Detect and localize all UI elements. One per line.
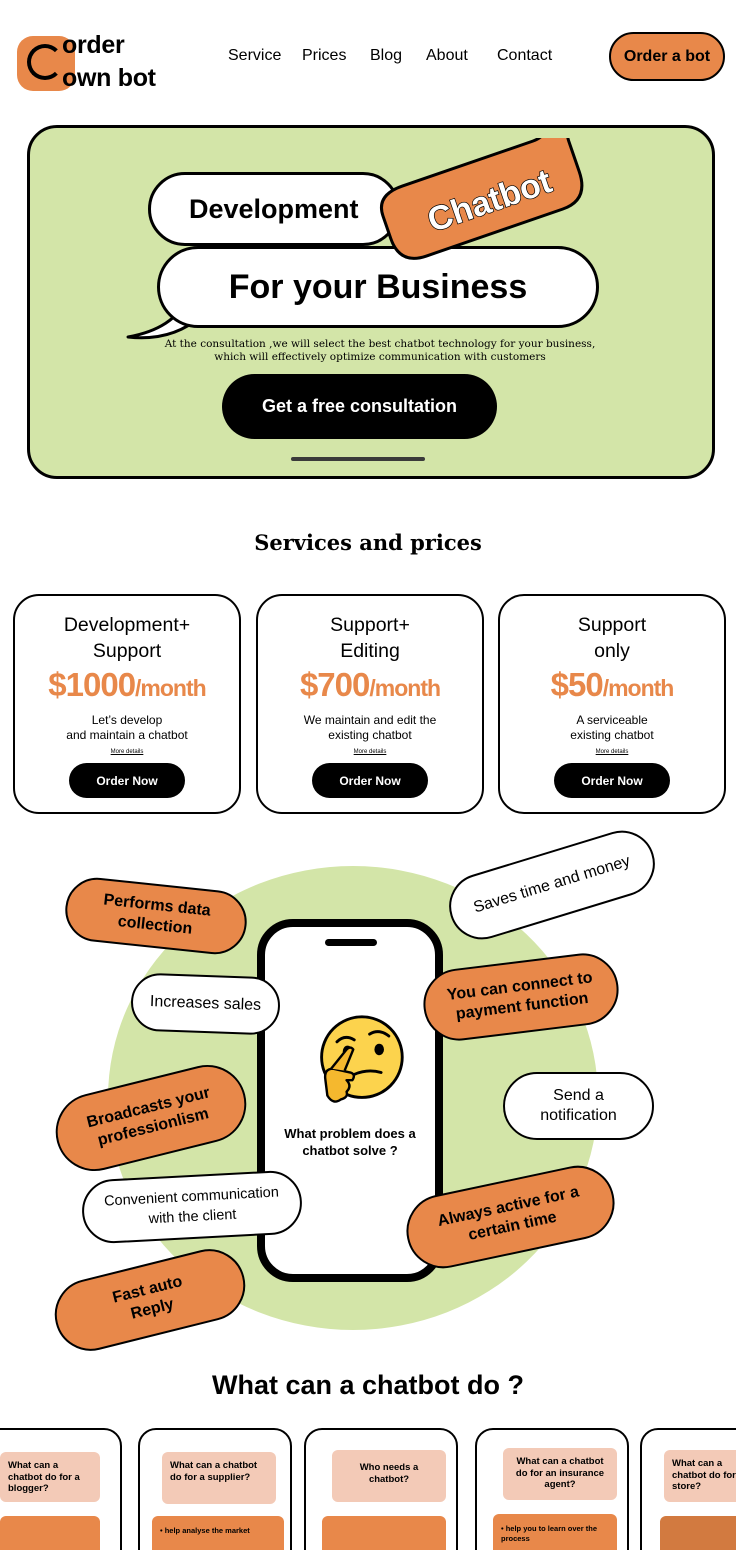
benefit-tag: Performs data collection bbox=[62, 874, 250, 958]
phone-notch bbox=[325, 939, 377, 946]
benefit-tag: Increases sales bbox=[130, 972, 281, 1036]
site-header: order own bot Service Prices Blog About … bbox=[0, 0, 736, 115]
hero-line-1: Development bbox=[189, 193, 359, 224]
price-value: $50/month bbox=[550, 666, 675, 703]
price-card: Support+ Editing $700/month We maintain a… bbox=[256, 594, 484, 814]
logo-line-1: order bbox=[62, 31, 125, 59]
benefit-tag: Send a notification bbox=[503, 1072, 654, 1140]
order-now-button[interactable]: Order Now bbox=[554, 763, 670, 798]
hero-subtitle-line-1: At the consultation ,we will select the … bbox=[164, 338, 596, 350]
more-details-link[interactable]: More details bbox=[258, 749, 482, 755]
price-card-description: Let’s develop and maintain a chatbot bbox=[66, 713, 188, 742]
free-consultation-button[interactable]: Get a free consultation bbox=[222, 374, 497, 439]
use-case-answer: • help you to learn over the process bbox=[493, 1514, 617, 1550]
price-card-description: A serviceable existing chatbot bbox=[570, 713, 654, 742]
use-case-question: What can a chatbot do for a store? bbox=[664, 1450, 736, 1502]
nav-service[interactable]: Service bbox=[228, 47, 281, 65]
use-case-answer bbox=[660, 1516, 736, 1550]
use-case-question: Who needs a chatbot? bbox=[332, 1450, 446, 1502]
nav-blog[interactable]: Blog bbox=[370, 47, 402, 65]
logo-line-2: own bot bbox=[62, 64, 156, 92]
logo[interactable]: order own bot bbox=[17, 30, 187, 94]
chatbot-bubble: Chatbot bbox=[380, 138, 584, 260]
hero-subtitle: At the consultation ,we will select the … bbox=[140, 338, 620, 364]
order-now-button[interactable]: Order Now bbox=[312, 763, 428, 798]
price-value: $1000/month bbox=[48, 666, 206, 703]
what-can-title: What can a chatbot do ? bbox=[211, 1370, 524, 1400]
nav-prices[interactable]: Prices bbox=[302, 47, 346, 65]
more-details-link[interactable]: More details bbox=[500, 749, 724, 755]
price-card-title: Development+ Support bbox=[63, 614, 191, 662]
use-case-answer: • help analyse the market bbox=[152, 1516, 284, 1550]
logo-c-glyph bbox=[27, 44, 63, 80]
use-case-question: What can a chatbot do for a supplier? bbox=[162, 1452, 276, 1504]
benefit-tag: Saves time and money bbox=[440, 822, 664, 948]
use-case-question: What can a chatbot do for an insurance a… bbox=[503, 1448, 617, 1500]
use-case-question: What can a chatbot do for a blogger? bbox=[0, 1452, 100, 1502]
price-value: $700/month bbox=[299, 666, 441, 703]
use-case-answer bbox=[0, 1516, 100, 1550]
use-case-card[interactable]: What can a chatbot do for a store? bbox=[640, 1428, 736, 1550]
hero-subtitle-line-2: which will effectively optimize communic… bbox=[214, 351, 546, 363]
more-details-link[interactable]: More details bbox=[15, 749, 239, 755]
order-bot-button[interactable]: Order a bot bbox=[609, 32, 725, 81]
price-card: Development+ Support $1000/month Let’s de… bbox=[13, 594, 241, 814]
use-case-answer bbox=[322, 1516, 446, 1550]
price-card-title: Support+ Editing bbox=[330, 614, 410, 662]
order-now-button[interactable]: Order Now bbox=[69, 763, 185, 798]
use-case-card[interactable]: What can a chatbot do for an insurance a… bbox=[475, 1428, 629, 1550]
thinking-face-icon bbox=[320, 1015, 404, 1103]
nav-about[interactable]: About bbox=[426, 47, 468, 65]
use-case-card[interactable]: What can a chatbot do for a blogger? bbox=[0, 1428, 122, 1550]
benefit-tag: Fast auto Reply bbox=[47, 1241, 253, 1359]
phone-question: What problem does a chatbot solve ? bbox=[284, 1126, 416, 1158]
price-card-description: We maintain and edit the existing chatbot bbox=[303, 713, 437, 742]
price-card: Support only $50/month A serviceable exist… bbox=[498, 594, 726, 814]
use-case-card[interactable]: Who needs a chatbot? bbox=[304, 1428, 458, 1550]
services-title: Services and prices bbox=[254, 530, 482, 555]
nav-contact[interactable]: Contact bbox=[497, 47, 552, 65]
hero-slider-indicator[interactable] bbox=[291, 457, 425, 461]
hero-pill-development: Development bbox=[148, 172, 400, 246]
use-case-card[interactable]: What can a chatbot do for a supplier? • … bbox=[138, 1428, 292, 1550]
hero-banner: Development For your Business Chatbot At… bbox=[27, 125, 715, 479]
hero-line-2: For your Business bbox=[228, 267, 528, 306]
price-card-title: Support only bbox=[577, 614, 647, 662]
benefit-tag: Convenient communication with the client bbox=[80, 1169, 304, 1245]
